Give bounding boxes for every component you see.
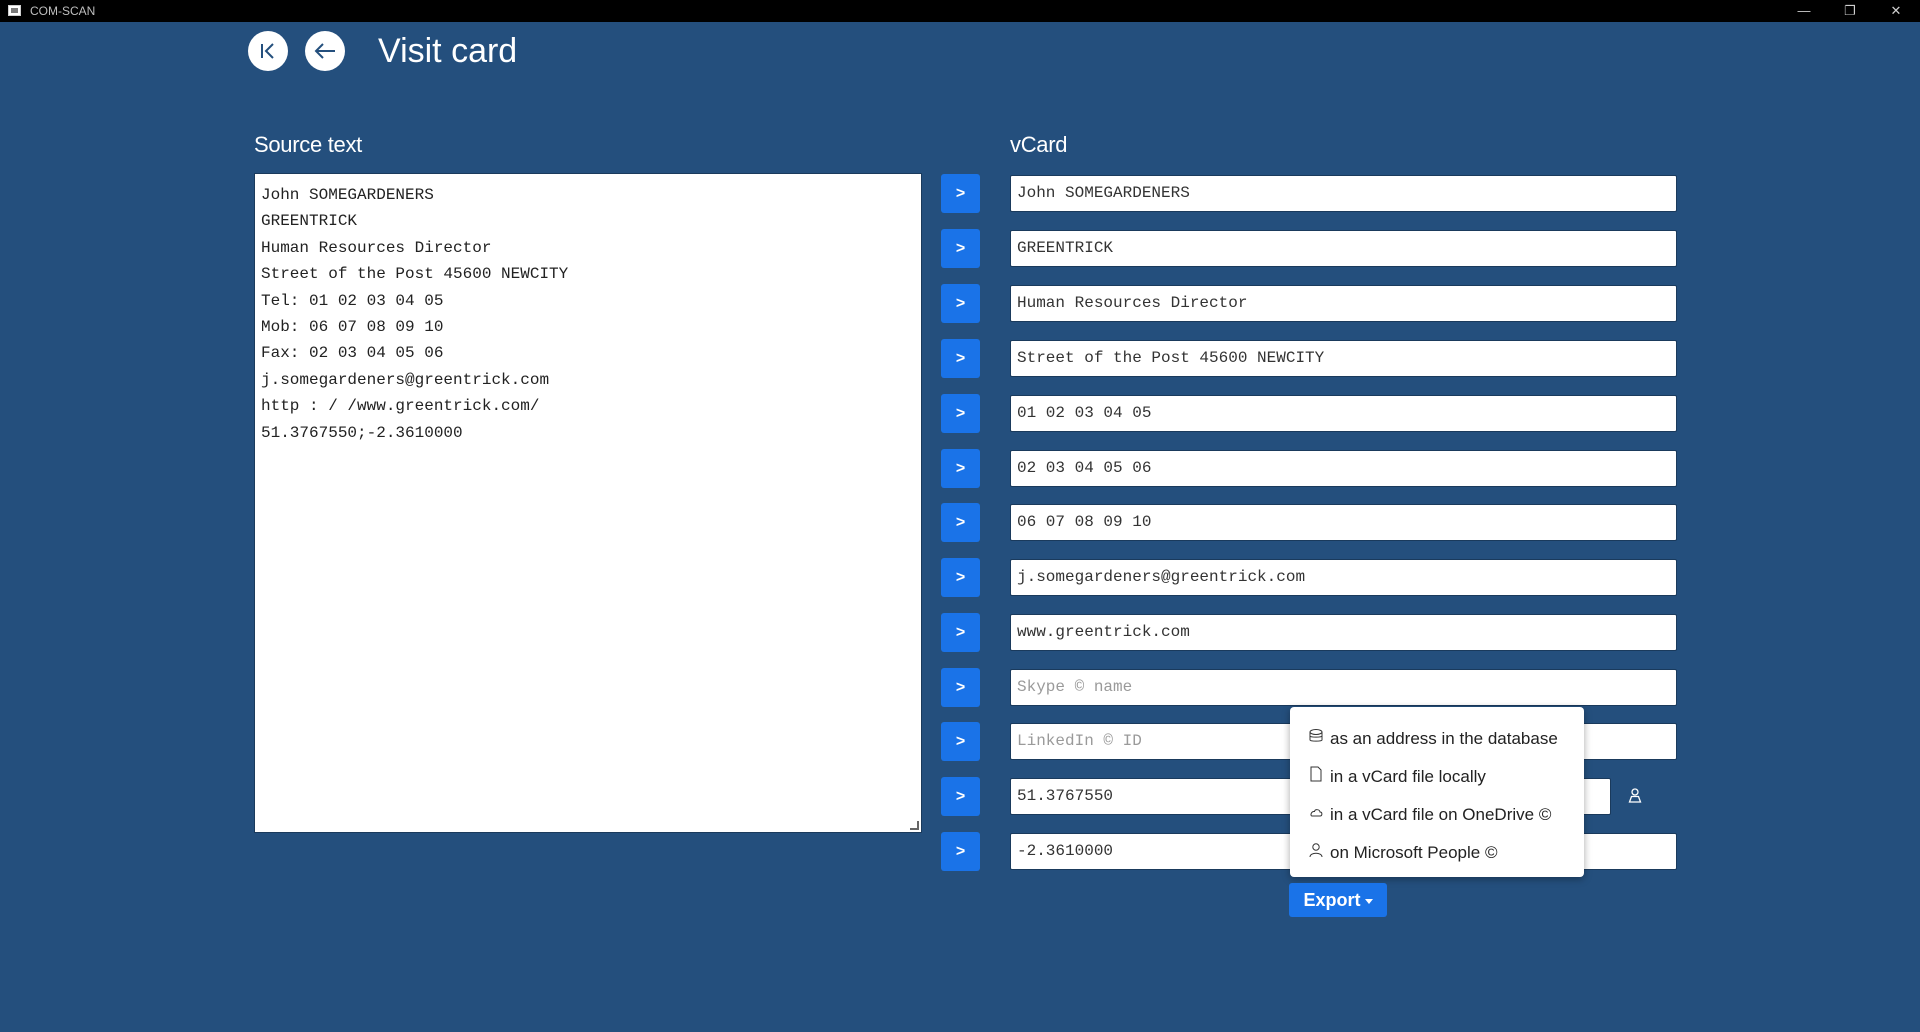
database-icon	[1309, 729, 1323, 742]
source-line: 51.3767550;-2.3610000	[261, 423, 463, 442]
skip-back-icon	[261, 43, 274, 59]
copy-title-button[interactable]: >	[941, 284, 980, 323]
source-line: Human Resources Director	[261, 238, 492, 257]
website-field[interactable]: www.greentrick.com	[1010, 614, 1677, 651]
arrow-left-icon	[314, 43, 335, 59]
copy-linkedin-button[interactable]: >	[941, 722, 980, 761]
copy-name-button[interactable]: >	[941, 174, 980, 213]
source-textarea[interactable]: John SOMEGARDENERS GREENTRICK Human Reso…	[254, 173, 922, 833]
window-titlebar: COM-SCAN — ❐ ✕	[0, 0, 1920, 22]
source-line: Fax: 02 03 04 05 06	[261, 344, 444, 363]
copy-skype-button[interactable]: >	[941, 668, 980, 707]
cloud-icon	[1310, 809, 1323, 817]
export-button[interactable]: Export	[1289, 883, 1387, 917]
address-field[interactable]: Street of the Post 45600 NEWCITY	[1010, 340, 1677, 377]
skype-field[interactable]: Skype © name	[1010, 669, 1677, 706]
source-line: Street of the Post 45600 NEWCITY	[261, 265, 569, 284]
restore-button[interactable]: ❐	[1827, 0, 1873, 22]
copy-email-button[interactable]: >	[941, 558, 980, 597]
fax-field[interactable]: 02 03 04 05 06	[1010, 450, 1677, 487]
copy-website-button[interactable]: >	[941, 613, 980, 652]
page-title: Visit card	[378, 32, 518, 70]
first-page-button[interactable]	[248, 31, 288, 71]
email-field[interactable]: j.somegardeners@greentrick.com	[1010, 559, 1677, 596]
source-text-label: Source text	[254, 132, 362, 157]
company-field[interactable]: GREENTRICK	[1010, 230, 1677, 267]
file-icon	[1310, 766, 1322, 782]
export-button-label: Export	[1303, 890, 1361, 910]
source-line: John SOMEGARDENERS	[261, 186, 434, 204]
person-icon	[1309, 843, 1323, 858]
source-line: Mob: 06 07 08 09 10	[261, 318, 444, 337]
copy-mobile-button[interactable]: >	[941, 503, 980, 542]
mobile-field[interactable]: 06 07 08 09 10	[1010, 504, 1677, 541]
map-location-icon[interactable]	[1626, 787, 1644, 805]
copy-fax-button[interactable]: >	[941, 449, 980, 488]
phone-field[interactable]: 01 02 03 04 05	[1010, 395, 1677, 432]
chevron-down-icon	[1364, 898, 1373, 904]
minimize-button[interactable]: —	[1781, 0, 1827, 22]
app-icon	[8, 5, 21, 16]
window-title: COM-SCAN	[30, 4, 96, 18]
export-onedrive-label: in a vCard file on OneDrive ©	[1330, 805, 1552, 824]
source-line: Tel: 01 02 03 04 05	[261, 291, 444, 310]
copy-address-button[interactable]: >	[941, 339, 980, 378]
source-line: http : / /www.greentrick.com/	[261, 397, 540, 416]
close-button[interactable]: ✕	[1873, 0, 1919, 22]
export-menu: as an address in the database in a vCard…	[1290, 707, 1584, 877]
export-database-label: as an address in the database	[1330, 729, 1558, 748]
vcard-label: vCard	[1010, 132, 1068, 157]
source-line: j.somegardeners@greentrick.com	[261, 370, 550, 389]
source-line: GREENTRICK	[261, 212, 358, 231]
resize-grip[interactable]	[910, 821, 919, 830]
copy-company-button[interactable]: >	[941, 229, 980, 268]
copy-latitude-button[interactable]: >	[941, 777, 980, 816]
back-button[interactable]	[305, 31, 345, 71]
copy-phone-button[interactable]: >	[941, 394, 980, 433]
export-local-file-label: in a vCard file locally	[1330, 767, 1486, 786]
copy-longitude-button[interactable]: >	[941, 832, 980, 871]
export-people-label: on Microsoft People ©	[1330, 843, 1498, 862]
name-field[interactable]: John SOMEGARDENERS	[1010, 175, 1677, 212]
job-title-field[interactable]: Human Resources Director	[1010, 285, 1677, 322]
